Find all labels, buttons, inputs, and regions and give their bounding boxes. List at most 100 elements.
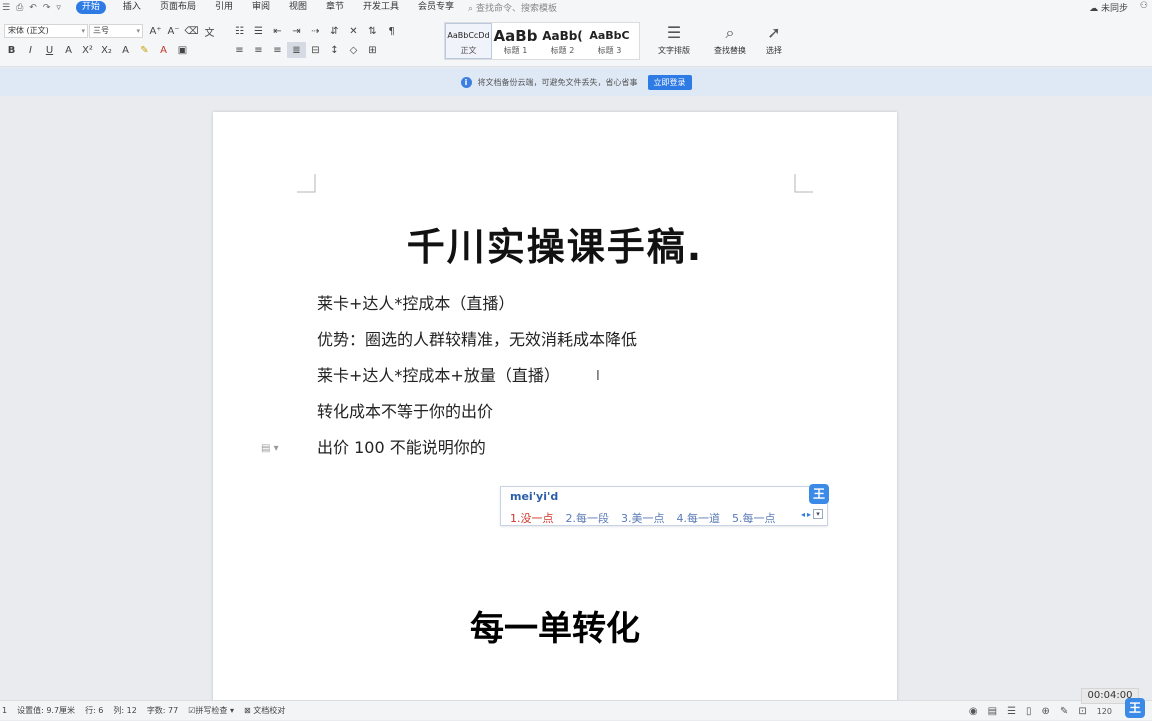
find-replace-button[interactable]: ⌕ 查找替换 [708, 21, 752, 63]
preview-icon[interactable]: ⎙ [16, 3, 23, 13]
line-spacing-icon[interactable]: ↕ [325, 42, 344, 58]
distributed-icon[interactable]: ⊟ [306, 42, 325, 58]
style-gallery: AaBbCcDd 正文 AaBb 标题 1 AaBb( 标题 2 AaBbC 标… [444, 22, 640, 60]
menu-tab-view[interactable]: 视图 [287, 1, 309, 14]
font-color-icon[interactable]: A [154, 42, 173, 58]
menu-tab-home[interactable]: 开始 [75, 1, 106, 14]
italic-icon[interactable]: I [21, 42, 40, 58]
customize-icon[interactable]: ▿ [56, 3, 61, 13]
command-search-placeholder: 查找命令、搜索模板 [475, 4, 557, 14]
sort-icon[interactable]: ⇅ [363, 23, 382, 39]
phonetic-icon[interactable]: 文 [200, 23, 219, 39]
undo-icon[interactable]: ↶ [29, 3, 37, 13]
zoom-level[interactable]: 120 [1097, 707, 1112, 716]
document-title: 千川实操课手稿. [406, 225, 704, 269]
style-preview: AaBbC [589, 28, 630, 42]
ime-candidate[interactable]: 2.每一段 [566, 510, 610, 526]
text-direction-icon[interactable]: ⇵ [325, 23, 344, 39]
shading-icon[interactable]: ◇ [344, 42, 363, 58]
web-view-icon[interactable]: ⊕ [1042, 706, 1050, 717]
menu-tab-review[interactable]: 审阅 [250, 1, 272, 14]
document-page[interactable]: 千川实操课手稿. 莱卡+达人*控成本（直播） 优势：圈选的人群较精准，无效消耗成… [213, 112, 897, 712]
doc-check-button[interactable]: ⊠ 文档校对 [244, 705, 285, 716]
align-justify-icon[interactable]: ≣ [287, 42, 306, 58]
menu-icon[interactable]: ☰ [2, 3, 10, 13]
align-right-icon[interactable]: ≡ [268, 42, 287, 58]
outline-view-icon[interactable]: ☰ [1007, 706, 1016, 717]
highlight-icon[interactable]: ✎ [135, 42, 154, 58]
spell-check-toggle[interactable]: ☑拼写检查 ▾ [188, 705, 234, 716]
text-layout-label: 文字排版 [658, 46, 690, 55]
menu-tab-page-layout[interactable]: 页面布局 [158, 1, 198, 14]
style-normal[interactable]: AaBbCcDd 正文 [445, 23, 492, 59]
login-button[interactable]: 立即登录 [647, 74, 692, 90]
underline-icon[interactable]: U [40, 42, 59, 58]
text-effect-icon[interactable]: A [59, 42, 78, 58]
increase-indent-icon[interactable]: ⇥ [287, 23, 306, 39]
bullet-list-icon[interactable]: ☷ [230, 23, 249, 39]
text-style-icon[interactable]: A [116, 42, 135, 58]
grow-font-icon[interactable]: A⁺ [146, 23, 165, 39]
menu-tab-insert[interactable]: 插入 [121, 1, 143, 14]
ime-tray-logo[interactable]: 王 [1125, 698, 1145, 718]
text-cursor-icon: I [596, 369, 600, 384]
show-marks-icon[interactable]: ¶ [382, 23, 401, 39]
style-heading-1[interactable]: AaBb 标题 1 [492, 23, 539, 59]
menu-tab-references[interactable]: 引用 [213, 1, 235, 14]
menu-tab-section[interactable]: 章节 [324, 1, 346, 14]
chinese-layout-icon[interactable]: ✕ [344, 23, 363, 39]
indent-icon[interactable]: ⇢ [306, 23, 325, 39]
sync-status-label: 未同步 [1100, 4, 1128, 14]
number-list-icon[interactable]: ☰ [249, 23, 268, 39]
format-buttons: B I U A X² X₂ A ✎ A ▣ [2, 42, 192, 58]
page-view-icon[interactable]: ▤ [988, 706, 997, 717]
ime-expand-icon[interactable]: ▾ [813, 509, 823, 519]
sync-status[interactable]: ☁ 未同步 [1089, 1, 1128, 14]
doc-check-label: 文档校对 [253, 706, 286, 715]
fit-page-icon[interactable]: ⊡ [1078, 706, 1086, 717]
font-name-select[interactable]: 宋体 (正文) ▾ [4, 24, 88, 38]
style-heading-2[interactable]: AaBb( 标题 2 [539, 23, 586, 59]
ime-candidate[interactable]: 5.每一点 [732, 510, 776, 526]
font-size-select[interactable]: 三号 ▾ [89, 24, 143, 38]
document-paragraph: 转化成本不等于你的出价 [317, 402, 494, 421]
text-layout-button[interactable]: ☰ 文字排版 [652, 21, 696, 63]
ime-candidate-window: mei'yi'd 1.没一点 2.每一段 3.美一点 4.每一道 5.每一点 ◂… [500, 484, 829, 526]
redo-icon[interactable]: ↷ [43, 3, 51, 13]
word-count[interactable]: 字数: 77 [147, 705, 178, 716]
command-search[interactable]: ⌕ 查找命令、搜索模板 [468, 1, 557, 14]
bold-icon[interactable]: B [2, 42, 21, 58]
menu-tab-member[interactable]: 会员专享 [416, 1, 456, 14]
ime-candidate[interactable]: 3.美一点 [621, 510, 665, 526]
page-indicator[interactable]: 1 [2, 706, 7, 715]
superscript-icon[interactable]: X² [78, 42, 97, 58]
eye-protect-icon[interactable]: ◉ [969, 706, 978, 717]
text-layout-icon: ☰ [666, 23, 682, 42]
decrease-indent-icon[interactable]: ⇤ [268, 23, 287, 39]
menu-tab-developer[interactable]: 开发工具 [361, 1, 401, 14]
backup-notice-bar: i 将文档备份云端，可避免文件丢失，省心省事 立即登录 [0, 68, 1152, 96]
font-name-value: 宋体 (正文) [8, 26, 49, 35]
subscript-icon[interactable]: X₂ [97, 42, 116, 58]
document-paragraph: 出价 100 不能说明你的 [317, 438, 486, 457]
clear-format-icon[interactable]: ⌫ [182, 23, 201, 39]
ime-candidate[interactable]: 4.每一道 [677, 510, 721, 526]
reading-view-icon[interactable]: ▯ [1026, 706, 1032, 717]
setting-value[interactable]: 设置值: 9.7厘米 [17, 705, 75, 716]
ime-logo: 王 [809, 484, 829, 504]
borders-icon[interactable]: ⊞ [363, 42, 382, 58]
select-button[interactable]: ➚ 选择 [752, 21, 796, 63]
ime-prev-icon[interactable]: ◂ [801, 510, 805, 519]
align-center-icon[interactable]: ≡ [249, 42, 268, 58]
crop-mark-right [794, 174, 813, 193]
char-border-icon[interactable]: ▣ [173, 42, 192, 58]
ime-candidate[interactable]: 1.没一点 [510, 510, 554, 526]
align-left-icon[interactable]: ≡ [230, 42, 249, 58]
shrink-font-icon[interactable]: A⁻ [164, 23, 183, 39]
paragraph-handle-icon[interactable]: ▤ ▾ [261, 443, 279, 454]
ime-next-icon[interactable]: ▸ [807, 510, 811, 519]
style-heading-3[interactable]: AaBbC 标题 3 [586, 23, 633, 59]
font-size-value: 三号 [93, 26, 109, 35]
share-icon[interactable]: ⚇ [1140, 1, 1148, 11]
write-view-icon[interactable]: ✎ [1060, 706, 1068, 717]
